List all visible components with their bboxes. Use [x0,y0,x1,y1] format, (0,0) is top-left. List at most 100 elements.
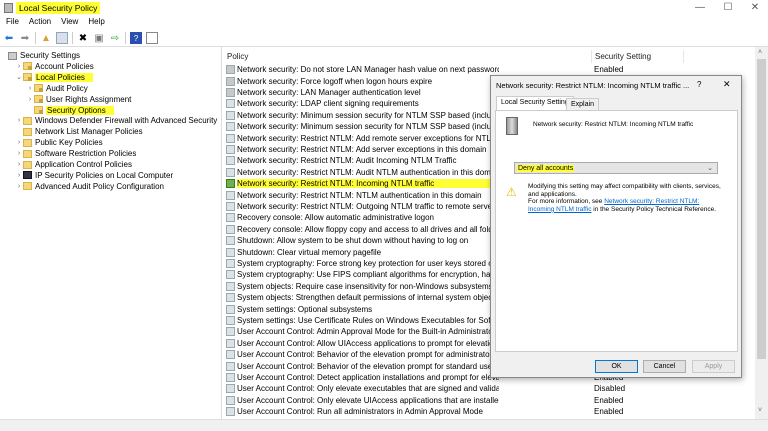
scroll-up-icon[interactable]: ˄ [758,49,762,56]
folder-icon [23,116,32,125]
tree-item[interactable]: Security Settings [0,50,80,61]
policy-icon [226,361,235,371]
tree-item[interactable]: › Windows Defender Firewall with Advanced… [0,115,217,126]
properties-icon[interactable]: ▣ [93,32,105,44]
tree-item-label: Audit Policy [46,83,88,93]
dialog-title: Network security: Restrict NTLM: Incomin… [496,81,690,90]
policy-name: Network security: Restrict NTLM: Audit N… [237,167,499,177]
expand-chevron-icon[interactable]: › [15,63,23,70]
maximize-button[interactable]: ☐ [718,2,738,13]
policy-name: Network security: Restrict NTLM: Add ser… [237,144,487,154]
scroll-thumb[interactable] [757,59,766,359]
folder-icon [23,138,32,147]
policy-setting: Disabled [594,384,626,394]
tree-item-label: Public Key Policies [35,138,103,148]
policy-name: System cryptography: Use FIPS compliant … [237,270,499,280]
help-icon[interactable]: ? [130,32,142,44]
expand-chevron-icon[interactable]: › [26,96,34,103]
expand-chevron-icon[interactable]: › [15,183,23,190]
warning-message: Modifying this setting may affect compat… [528,183,721,198]
server-icon [506,117,518,135]
minimize-button[interactable]: — [690,2,710,13]
tree-item[interactable]: › Audit Policy [0,83,88,94]
expand-chevron-icon[interactable]: › [15,172,23,179]
policy-setting: Enabled [594,395,624,405]
tree-item[interactable]: › Account Policies [0,61,94,72]
policy-name: Network security: Restrict NTLM: Outgoin… [237,201,499,211]
dialog-close-button[interactable]: ✕ [723,79,731,90]
tree-item-label: IP Security Policies on Local Computer [35,170,174,180]
expand-chevron-icon[interactable]: › [15,161,23,168]
expand-chevron-icon[interactable]: › [26,85,34,92]
menu-action[interactable]: Action [29,17,51,29]
properties-dialog: Network security: Restrict NTLM: Incomin… [490,75,742,378]
tree-item[interactable]: ⌄ Local Policies [0,72,93,83]
tree-item[interactable]: Network List Manager Policies [0,126,143,137]
forward-icon[interactable]: ➡ [19,32,31,44]
back-icon[interactable]: ⬅ [3,32,15,44]
cancel-button[interactable]: Cancel [643,360,686,373]
policy-row[interactable]: User Account Control: Only elevate execu… [226,383,746,394]
tree-item[interactable]: › Application Control Policies [0,159,132,170]
toolbar-separator [125,32,126,44]
expand-chevron-icon[interactable]: ⌄ [15,73,23,81]
tree-item[interactable]: › Advanced Audit Policy Configuration [0,181,164,192]
tree-item-label: Advanced Audit Policy Configuration [35,181,164,191]
policy-icon [226,395,235,405]
policy-setting: Enabled [594,407,624,417]
apply-button[interactable]: Apply [692,360,735,373]
delete-icon[interactable]: ✖ [77,32,89,44]
policy-row[interactable]: User Account Control: Only elevate UIAcc… [226,395,746,406]
warning-text: Modifying this setting may affect compat… [528,183,723,213]
policy-name: Network security: Restrict NTLM: Incomin… [237,179,499,189]
tree-item-label: Account Policies [35,61,94,71]
tree-item[interactable]: › Public Key Policies [0,137,103,148]
dialog-help-button[interactable]: ? [697,80,701,89]
expand-chevron-icon[interactable]: › [15,117,23,124]
tree-pane: Security Settings › Account Policies ⌄ Local… [0,47,222,419]
policy-row[interactable]: User Account Control: Run all administra… [226,406,746,417]
tree-item-label: Security Options [46,105,114,115]
policy-icon [226,179,235,189]
toolbar-separator [72,32,73,44]
close-button[interactable]: ✕ [745,2,765,13]
scroll-down-icon[interactable]: ˅ [758,407,762,414]
show-hide-tree-icon[interactable] [56,32,68,44]
folder-lock-icon [34,95,43,104]
policy-icon [226,293,235,303]
tab-local-security-setting[interactable]: Local Security Setting [496,96,574,111]
policy-name: Network security: Do not store LAN Manag… [237,65,499,75]
column-header-policy[interactable]: Policy [224,50,592,63]
policy-name: User Account Control: Admin Approval Mod… [237,327,499,337]
toolbar-separator [35,32,36,44]
ip-security-icon [23,171,32,180]
menu-file[interactable]: File [6,17,19,29]
menu-bar: File Action View Help [0,17,105,29]
policy-name: Network security: Restrict NTLM: Add rem… [237,133,499,143]
policy-name: Network security: Restrict NTLM: Incomin… [533,121,694,128]
policy-icon [226,281,235,291]
column-header-security-setting[interactable]: Security Setting [592,50,684,63]
up-folder-icon[interactable]: ▲ [40,32,52,44]
folder-icon [23,127,32,136]
folder-lock-icon [34,84,43,93]
expand-chevron-icon[interactable]: › [15,150,23,157]
tree-item[interactable]: Security Options [0,105,114,116]
export-list-icon[interactable]: ⇨ [109,32,121,44]
menu-view[interactable]: View [61,17,78,29]
policy-name: Network security: Restrict NTLM: NTLM au… [237,190,482,200]
setting-dropdown[interactable]: Deny all accounts ⌄ [514,162,718,174]
policy-icon [226,110,235,120]
menu-help[interactable]: Help [88,17,104,29]
tree-item-label: Local Policies [35,72,93,82]
console-icon[interactable] [146,32,158,44]
tree-item[interactable]: › IP Security Policies on Local Computer [0,170,173,181]
policy-icon [226,76,235,86]
vertical-scrollbar[interactable]: ˄ ˅ [755,47,768,419]
expand-chevron-icon[interactable]: › [15,139,23,146]
warning-icon: ⚠ [506,185,517,199]
tree-item[interactable]: › User Rights Assignment [0,94,132,105]
tree-item[interactable]: › Software Restriction Policies [0,148,137,159]
ok-button[interactable]: OK [595,360,638,373]
policy-row[interactable]: Network security: Do not store LAN Manag… [226,64,746,75]
